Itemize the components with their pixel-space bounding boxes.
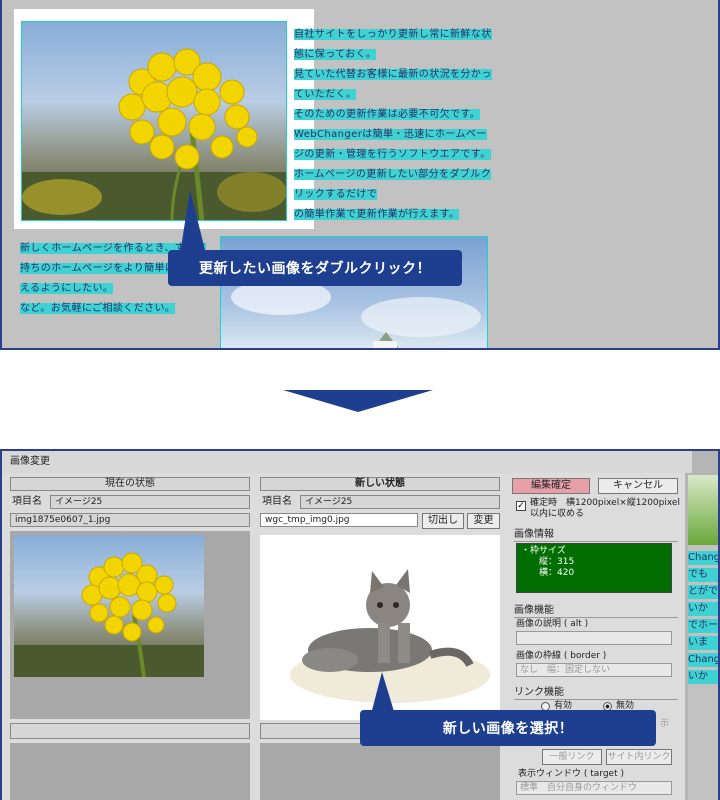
paragraph-line: そのための更新作業は必要不可欠です。 (294, 109, 481, 120)
edge-text-line: いま (688, 636, 718, 650)
paragraph-line: 持ちのホームページをより簡単に (20, 263, 176, 274)
current-state-header: 現在の状態 (10, 477, 250, 491)
current-item-field: イメージ25 (50, 495, 250, 509)
checkbox-label-line2: 以内に収める (530, 509, 585, 519)
alt-label: 画像の説明 ( alt ) (516, 619, 589, 629)
image-info-title: 画像情報 (514, 528, 678, 542)
cancel-button[interactable]: キャンセル (598, 478, 678, 494)
resize-checkbox[interactable]: ✓ (516, 501, 526, 511)
paragraph-line: の簡単作業で更新作業が行えます。 (294, 209, 460, 220)
dialog-title: 画像変更 (2, 451, 692, 473)
paragraph-line: など。お気軽にご相談ください。 (20, 303, 176, 314)
edge-image (688, 475, 718, 545)
right-text-block: 自社サイトをしっかり更新し常に新鮮な状 態に保っておく。見ていた代替お客様に最新の… (294, 22, 494, 222)
image-change-dialog: 現在の状態 項目名 イメージ25 img1875e0607_1.jpg 新しい状… (2, 473, 685, 800)
site-link-button[interactable]: サイト内リンク (606, 749, 672, 765)
edge-text-line: Chang (688, 551, 720, 565)
link-function-title: リンク機能 (514, 686, 678, 700)
paragraph-line: ていただく。 (294, 89, 357, 100)
cut-button[interactable]: 切出し (422, 513, 464, 529)
paragraph-line: ジの更新・管理を行うソフトウエアです。 (294, 149, 491, 160)
current-bottom-field (10, 723, 250, 739)
new-item-field: イメージ25 (300, 495, 500, 509)
paragraph-line: 見ていた代替お客様に最新の状況を分かっ (294, 69, 492, 80)
new-state-header: 新しい状態 (260, 477, 500, 491)
paragraph-line: えるようにしたい。 (20, 283, 114, 294)
border-label: 画像の枠線 ( border ) (516, 651, 607, 661)
background-page-edge: Chang でも とがで いか でホー いま Chang いか (688, 475, 720, 800)
image-info-box: ・枠サイズ 縦：315 横：420 (516, 543, 672, 593)
edge-text-line: でホー (688, 619, 718, 633)
current-image (14, 535, 204, 677)
down-arrow-icon (283, 390, 433, 412)
edge-text: Chang でも とがで いか でホー いま Chang いか (688, 551, 720, 684)
change-image-button[interactable]: 変更 (467, 513, 500, 529)
callout-select-new-image: 新しい画像を選択！ (360, 710, 656, 746)
settings-panel: 編集確定 キャンセル ✓ 確定時 横1200pixel×縦1200pixel 以… (508, 473, 688, 800)
selected-image-frame[interactable] (14, 9, 314, 229)
flower-illustration (14, 552, 204, 677)
window-select[interactable]: 標準 自分自身のウィンドウ (516, 781, 672, 795)
top-page-preview: 自社サイトをしっかり更新し常に新鮮な状 態に保っておく。見ていた代替お客様に最新の… (0, 0, 720, 350)
current-lower-area (10, 743, 250, 800)
callout-pointer-top (180, 190, 206, 254)
new-lower-area (260, 743, 500, 800)
rapeseed-flower-image[interactable] (21, 21, 287, 221)
current-filename-field: img1875e0607_1.jpg (10, 513, 250, 527)
alt-input[interactable] (516, 631, 672, 645)
new-item-label: 項目名 (262, 496, 292, 507)
border-select[interactable]: なし 幅：固定しない (516, 663, 672, 677)
edge-text-line: Chang (688, 653, 720, 667)
current-item-label: 項目名 (12, 496, 42, 507)
paragraph-line: 自社サイトをしっかり更新し常に新鮮な状 (294, 29, 492, 40)
general-link-button[interactable]: 一般リンク (542, 749, 602, 765)
window-label: 表示ウィンドウ ( target ) (518, 769, 624, 779)
edge-text-line: とがで (688, 585, 718, 599)
flower-illustration (22, 48, 286, 220)
new-filename-field[interactable]: wgc_tmp_img0.jpg (260, 513, 418, 527)
image-change-dialog-screen: 画像変更 現在の状態 項目名 イメージ25 img1875e0607_1.jpg (0, 449, 720, 800)
edge-text-line: でも (688, 568, 718, 582)
checkbox-label-line1: 確定時 横1200pixel×縦1200pixel (530, 498, 680, 508)
paragraph-line: ホームページの更新したい部分をダブルク (294, 169, 492, 180)
image-function-title: 画像機能 (514, 604, 678, 618)
paragraph-line: WebChangerは簡単・迅速にホームペー (294, 129, 487, 140)
callout-double-click: 更新したい画像をダブルクリック！ (168, 250, 462, 286)
edge-text-line: いか (688, 670, 718, 684)
edge-text-line: いか (688, 602, 718, 616)
faded-char: 示 (660, 719, 670, 729)
checkbox-label: 確定時 横1200pixel×縦1200pixel 以内に収める (530, 498, 690, 520)
paragraph-line: リックするだけで (294, 189, 378, 200)
paragraph-line: 態に保っておく。 (294, 49, 377, 60)
confirm-edit-button[interactable]: 編集確定 (512, 478, 590, 494)
